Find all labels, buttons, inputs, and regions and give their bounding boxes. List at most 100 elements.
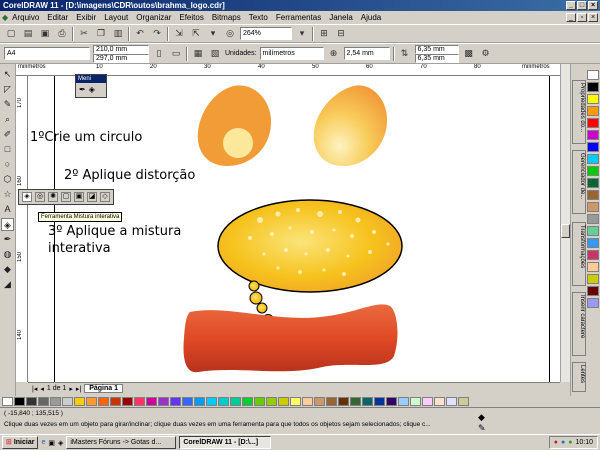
color-swatch[interactable] <box>314 397 325 406</box>
tray-icon[interactable]: ● <box>561 439 565 446</box>
docker-tab-insert-character[interactable]: Inserir caractere <box>572 292 586 356</box>
fill-indicator-icon[interactable]: ◆ <box>478 412 485 423</box>
color-swatch[interactable] <box>587 274 599 284</box>
undo-icon[interactable]: ↶ <box>133 27 147 41</box>
color-swatch[interactable] <box>170 397 181 406</box>
color-swatch[interactable] <box>146 397 157 406</box>
portrait-icon[interactable]: ▯ <box>152 47 166 61</box>
page-height-field[interactable]: 297,0 mm <box>93 53 149 63</box>
color-swatch[interactable] <box>86 397 97 406</box>
color-swatch[interactable] <box>98 397 109 406</box>
color-swatch[interactable] <box>587 262 599 272</box>
basic-shapes-icon[interactable]: ☆ <box>1 188 14 201</box>
color-swatch[interactable] <box>278 397 289 406</box>
color-swatch[interactable] <box>587 154 599 164</box>
menu-texto[interactable]: Texto <box>245 11 272 24</box>
docker-tab-manager[interactable]: Gerenciador de... <box>572 150 586 214</box>
treat-as-filled-icon[interactable]: ▩ <box>462 47 476 61</box>
interactive-shadow-icon[interactable]: ◪ <box>87 192 97 202</box>
color-swatch[interactable] <box>386 397 397 406</box>
prev-page-icon[interactable]: ◂ <box>40 385 44 393</box>
polygon-tool-icon[interactable]: ⬡ <box>1 173 14 186</box>
open-icon[interactable]: ▤ <box>21 27 35 41</box>
color-swatch[interactable] <box>242 397 253 406</box>
text-tool-icon[interactable]: A <box>1 203 14 216</box>
drawing-canvas[interactable]: 1ºCrie um circulo 2º Aplique distorção 3… <box>28 76 560 382</box>
landscape-icon[interactable]: ▭ <box>169 47 183 61</box>
options-icon[interactable]: ⚙ <box>479 47 493 61</box>
color-swatch[interactable] <box>587 190 599 200</box>
print-icon[interactable]: ⎙ <box>55 27 69 41</box>
interactive-contour-icon[interactable]: ◎ <box>35 192 45 202</box>
drop-shape-1[interactable] <box>197 85 272 166</box>
color-swatch[interactable] <box>587 250 599 260</box>
docker-tab-lenses[interactable]: Lentes <box>572 362 586 392</box>
color-swatch[interactable] <box>338 397 349 406</box>
tool-flyout-small[interactable]: Meni ✒ ◈ <box>75 74 107 98</box>
units-select[interactable]: milímetros <box>259 47 324 60</box>
all-pages-icon[interactable]: ▦ <box>191 47 205 61</box>
color-swatch[interactable] <box>134 397 145 406</box>
last-page-icon[interactable]: ▸| <box>76 385 81 393</box>
menu-ferramentas[interactable]: Ferramentas <box>272 11 325 24</box>
menu-layout[interactable]: Layout <box>100 11 132 24</box>
shape-tool-icon[interactable]: ◸ <box>1 83 14 96</box>
snap-icon[interactable]: ⊟ <box>334 27 348 41</box>
color-swatch[interactable] <box>326 397 337 406</box>
no-fill-swatch[interactable] <box>2 397 13 406</box>
color-swatch[interactable] <box>362 397 373 406</box>
outline-indicator-icon[interactable]: ✎ <box>478 423 486 434</box>
fill-tool-icon[interactable]: ◆ <box>1 263 14 276</box>
interactive-transparency-icon[interactable]: ◇ <box>100 192 110 202</box>
color-swatch[interactable] <box>587 142 599 152</box>
scroll-thumb[interactable] <box>561 224 570 238</box>
pick-tool-icon[interactable]: ↖ <box>1 68 14 81</box>
taskbar-item-browser[interactable]: iMasters Fóruns -> Gotas d... <box>66 436 177 449</box>
color-swatch[interactable] <box>587 82 599 92</box>
color-swatch[interactable] <box>587 106 599 116</box>
color-swatch[interactable] <box>410 397 421 406</box>
zoom-tool-icon[interactable]: ⌕ <box>1 113 14 126</box>
interactive-fill-icon[interactable]: ◢ <box>1 278 14 291</box>
docker-tab-transformations[interactable]: Transformações <box>572 222 586 286</box>
paste-icon[interactable]: ▥ <box>111 27 125 41</box>
color-swatch[interactable] <box>587 70 599 80</box>
doc-minimize-button[interactable]: _ <box>566 13 576 22</box>
color-swatch[interactable] <box>182 397 193 406</box>
save-icon[interactable]: ▣ <box>38 27 52 41</box>
color-swatch[interactable] <box>350 397 361 406</box>
menu-janela[interactable]: Janela <box>325 11 357 24</box>
color-swatch[interactable] <box>122 397 133 406</box>
menu-organizar[interactable]: Organizar <box>132 11 175 24</box>
page-tab[interactable]: Página 1 <box>84 384 123 393</box>
interactive-envelope-icon[interactable]: ▢ <box>61 192 71 202</box>
knife-tool-icon[interactable]: ✎ <box>1 98 14 111</box>
color-swatch[interactable] <box>374 397 385 406</box>
color-swatch[interactable] <box>587 214 599 224</box>
color-swatch[interactable] <box>302 397 313 406</box>
color-swatch[interactable] <box>587 298 599 308</box>
interactive-blend-icon[interactable]: ◈ <box>22 192 32 202</box>
drop-shape-2[interactable] <box>313 85 388 166</box>
color-swatch[interactable] <box>587 118 599 128</box>
color-swatch[interactable] <box>422 397 433 406</box>
tray-icon[interactable]: ● <box>568 439 572 446</box>
color-swatch[interactable] <box>587 166 599 176</box>
start-button[interactable]: ⊞ Iniciar <box>2 436 39 449</box>
nudge-distance-field[interactable]: 2,54 mm <box>343 47 390 60</box>
redo-icon[interactable]: ↷ <box>150 27 164 41</box>
vertical-scrollbar[interactable] <box>560 64 570 382</box>
cut-icon[interactable]: ✂ <box>77 27 91 41</box>
color-swatch[interactable] <box>587 178 599 188</box>
menu-bitmaps[interactable]: Bitmaps <box>208 11 245 24</box>
color-swatch[interactable] <box>74 397 85 406</box>
current-page-icon[interactable]: ▧ <box>208 47 222 61</box>
ellipse-tool-icon[interactable]: ○ <box>1 158 14 171</box>
freehand-tool-icon[interactable]: ✐ <box>1 128 14 141</box>
menu-exibir[interactable]: Exibir <box>72 11 100 24</box>
color-swatch[interactable] <box>398 397 409 406</box>
color-swatch[interactable] <box>587 286 599 296</box>
color-swatch[interactable] <box>434 397 445 406</box>
color-swatch[interactable] <box>254 397 265 406</box>
docker-tab-properties[interactable]: Propriedades do... <box>572 80 586 144</box>
